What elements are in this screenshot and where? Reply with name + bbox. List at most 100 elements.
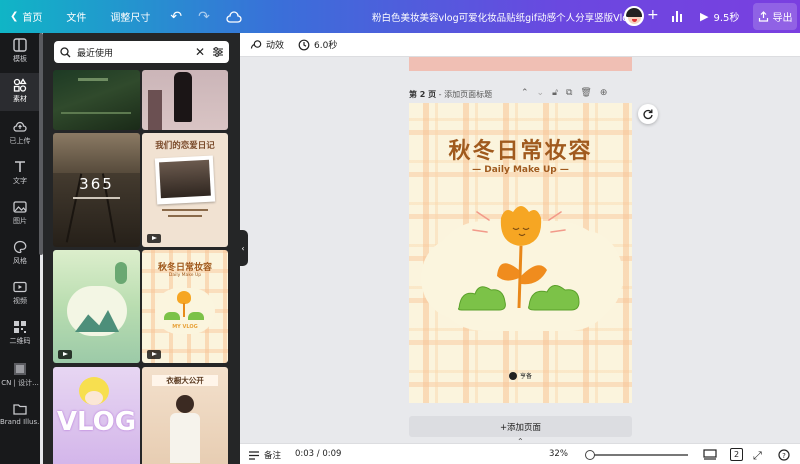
zoom-slider[interactable] [590,454,688,456]
duration-label: 6.0秒 [314,41,338,51]
library-panel: 最近使用 ✕ 365 我们的恋爱日记 秋冬日常妆容 Daily Make Up [43,33,240,464]
collapse-panel-button[interactable]: ‹ [238,230,248,266]
chevron-left-icon: ❮ [10,11,19,22]
export-button[interactable]: 导出 [753,3,797,30]
elements-icon [13,78,27,92]
document-title[interactable]: 粉白色美妆美容vlog可爱化妆品贴纸gif动感个人分享竖版Vlog [372,10,634,24]
file-menu[interactable]: 文件 [66,9,86,24]
trash-icon[interactable]: 🗑︎ [580,88,591,98]
thumbnail-text: 秋冬日常妆容 [157,263,212,273]
sidebar-label: 已上传 [9,137,31,145]
add-page-icon[interactable]: ⊕ [600,88,608,98]
page-header: 第 2 页 - 添加页面标题 ⌃ ⌄ 🔓︎ ⧉ 🗑︎ ⊕ [409,88,632,100]
fullscreen-icon[interactable]: ⤢ [753,449,762,463]
chevron-down-icon[interactable]: ⌄ [537,88,545,98]
page-number: 第 2 页 [409,89,437,99]
template-thumbnail[interactable] [53,250,140,363]
search-box[interactable]: 最近使用 ✕ [54,41,229,63]
template-thumbnail[interactable]: VLOG [53,367,140,464]
help-icon[interactable]: ? [778,449,790,461]
thumbnail-text: MY VLOG [172,324,198,330]
animate-button[interactable]: 动效 [250,38,284,51]
chevron-left-icon: ‹ [241,243,245,253]
search-icon [60,46,71,57]
sidebar-item-brand-folder[interactable]: Brand Illus... [0,397,40,435]
design-title[interactable]: 秋冬日常妆容 [409,133,632,165]
sidebar-item-text[interactable]: 文字 [0,155,40,193]
redo-icon[interactable]: ↷ [198,9,210,25]
page-view-icon[interactable] [703,449,717,460]
thumbnail-text: 365 [79,175,114,193]
sidebar-item-styles[interactable]: 风格 [0,235,40,273]
thumbnail-text: 我们的恋爱日记 [155,141,215,151]
clock-icon [298,39,310,50]
design-page[interactable]: 秋冬日常妆容 — Daily Make Up — 亨备 [409,103,632,403]
zoom-slider-handle[interactable] [585,450,595,460]
brand-mark[interactable]: 亨备 [509,371,532,380]
chevron-up-icon[interactable]: ⌃ [521,88,529,98]
sidebar-item-videos[interactable]: 视频 [0,275,40,313]
notes-button[interactable]: 备注 [248,449,281,461]
add-page-button[interactable]: +添加页面 [409,416,632,437]
template-thumbnail[interactable] [53,70,140,130]
cloud-save-icon[interactable] [226,10,242,23]
template-icon [13,38,27,52]
avatar[interactable] [624,6,644,26]
brand-kit-icon [14,363,26,375]
sidebar-label: 视频 [13,297,27,305]
duplicate-icon[interactable]: ⧉ [566,88,572,98]
sidebar-item-qrcode[interactable]: 二维码 [0,315,40,353]
template-thumbnail[interactable]: 衣橱大公开 [142,367,228,464]
sidebar-label: 模板 [13,55,27,63]
sidebar-label: 素材 [13,95,27,103]
tulip-illustration[interactable] [409,198,632,348]
add-collaborator-icon[interactable]: + [647,7,659,23]
video-badge-icon [147,234,161,243]
home-label: 首页 [22,13,43,24]
svg-text:?: ? [782,452,786,460]
play-button[interactable]: ▶ 9.5秒 [692,3,746,30]
home-button[interactable]: ❮ 首页 [10,9,42,24]
video-badge-icon [58,350,72,359]
zoom-value[interactable]: 32% [549,449,568,459]
previous-page-bottom[interactable] [409,57,632,71]
sidebar-label: 图片 [13,217,27,225]
timecode: 0:03 / 0:09 [295,449,341,459]
play-icon: ▶ [700,10,709,23]
sidebar-item-photos[interactable]: 图片 [0,195,40,233]
photo-icon [13,201,27,213]
thumbnail-text: Daily Make Up [168,273,202,278]
clear-icon[interactable]: ✕ [195,45,205,59]
template-thumbnail[interactable] [142,70,228,130]
refresh-icon[interactable] [638,104,658,124]
analytics-icon[interactable] [670,9,684,26]
sidebar-label: 文字 [13,177,27,185]
upload-icon [13,121,27,132]
page-count[interactable]: 2 [730,448,743,461]
left-sidebar: 模板 素材 已上传 文字 图片 风格 视频 二维码 CN | 设计... Bra… [0,33,43,464]
sidebar-item-brand-kit[interactable]: CN | 设计... [0,357,40,395]
template-thumbnail[interactable]: 365 [53,133,140,247]
sidebar-item-templates[interactable]: 模板 [0,33,40,71]
zoom-label: 32% [549,449,568,459]
timecode-text: 0:03 / 0:09 [295,449,342,459]
qrcode-icon [14,321,26,333]
sidebar-item-uploads[interactable]: 已上传 [0,115,40,153]
sidebar-label: 二维码 [9,337,31,345]
page-title-input[interactable]: - 添加页面标题 [436,90,492,99]
text-icon [15,161,25,172]
filter-icon[interactable] [212,46,224,58]
lock-icon[interactable]: 🔓︎ [552,88,558,98]
search-input[interactable]: 最近使用 [77,46,113,59]
duration-button[interactable]: 6.0秒 [298,38,337,51]
notes-label: 备注 [264,451,282,461]
bottom-bar: 备注 0:03 / 0:09 32% 2 ⤢ ? [240,443,800,464]
video-badge-icon [147,350,161,359]
file-label: 文件 [66,13,87,24]
resize-button[interactable]: 调整尺寸 [110,9,150,24]
template-thumbnail[interactable]: 我们的恋爱日记 [142,133,228,247]
undo-icon[interactable]: ↶ [170,9,182,25]
template-thumbnail[interactable]: 秋冬日常妆容 Daily Make Up MY VLOG [142,250,228,363]
design-subtitle[interactable]: — Daily Make Up — [409,165,632,175]
sidebar-item-elements[interactable]: 素材 [0,73,40,111]
